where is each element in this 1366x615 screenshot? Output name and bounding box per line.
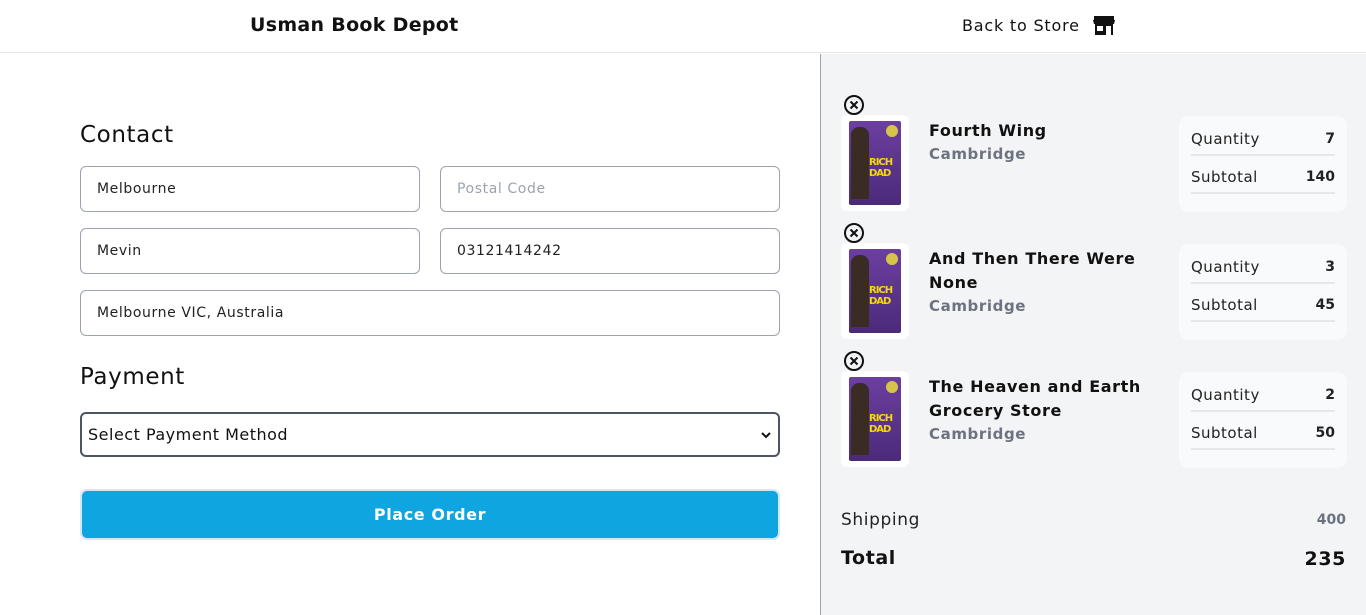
cart-item: RICH DAD Fourth Wing Cambridge Quantity 7… <box>841 94 1351 218</box>
item-title-block: The Heaven and Earth Grocery Store Cambr… <box>929 375 1159 445</box>
place-order-button[interactable]: Place Order <box>80 489 780 540</box>
book-thumbnail: RICH DAD <box>841 115 909 211</box>
shipping-label: Shipping <box>841 510 920 530</box>
order-summary-panel: RICH DAD Fourth Wing Cambridge Quantity 7… <box>820 54 1366 615</box>
contact-heading: Contact <box>80 122 174 148</box>
store-icon <box>1092 16 1115 35</box>
shipping-value: 400 <box>1316 512 1346 528</box>
book-cover-image: RICH DAD <box>849 249 901 333</box>
remove-item-icon[interactable] <box>843 94 865 116</box>
phone-input[interactable] <box>440 228 780 274</box>
cart-item: RICH DAD And Then There Were None Cambrid… <box>841 222 1351 346</box>
quantity-value: 7 <box>1325 131 1335 147</box>
book-cover-image: RICH DAD <box>849 121 901 205</box>
quantity-value: 2 <box>1325 387 1335 403</box>
item-publisher: Cambridge <box>929 145 1027 163</box>
item-title: And Then There Were None <box>929 249 1136 292</box>
quantity-label: Quantity <box>1191 130 1260 148</box>
total-value: 235 <box>1304 548 1346 570</box>
cart-item: RICH DAD The Heaven and Earth Grocery Sto… <box>841 350 1351 474</box>
payment-heading: Payment <box>80 364 185 390</box>
brand-title: Usman Book Depot <box>250 14 459 36</box>
subtotal-value: 140 <box>1305 169 1335 185</box>
address-input[interactable] <box>80 290 780 336</box>
name-input[interactable] <box>80 228 420 274</box>
payment-method-select[interactable]: Select Payment Method <box>80 412 780 457</box>
item-title-block: And Then There Were None Cambridge <box>929 247 1159 317</box>
subtotal-label: Subtotal <box>1191 168 1258 186</box>
quantity-row: Quantity 7 <box>1191 124 1335 156</box>
chevron-down-icon <box>761 431 771 438</box>
city-input[interactable] <box>80 166 420 212</box>
checkout-form: Contact Payment Select Payment Method Pl… <box>0 54 820 615</box>
book-thumbnail: RICH DAD <box>841 243 909 339</box>
subtotal-row: Subtotal 50 <box>1191 418 1335 450</box>
item-title-block: Fourth Wing Cambridge <box>929 119 1159 165</box>
item-stats: Quantity 3 Subtotal 45 <box>1179 244 1347 340</box>
item-publisher: Cambridge <box>929 425 1027 443</box>
quantity-label: Quantity <box>1191 386 1260 404</box>
item-publisher: Cambridge <box>929 297 1027 315</box>
remove-item-icon[interactable] <box>843 222 865 244</box>
postal-code-input[interactable] <box>440 166 780 212</box>
subtotal-label: Subtotal <box>1191 424 1258 442</box>
back-to-store-link[interactable]: Back to Store <box>962 13 1116 37</box>
subtotal-value: 45 <box>1315 297 1335 313</box>
back-to-store-label: Back to Store <box>962 15 1080 35</box>
item-title: Fourth Wing <box>929 121 1047 140</box>
quantity-label: Quantity <box>1191 258 1260 276</box>
subtotal-row: Subtotal 45 <box>1191 290 1335 322</box>
quantity-row: Quantity 2 <box>1191 380 1335 412</box>
subtotal-label: Subtotal <box>1191 296 1258 314</box>
quantity-value: 3 <box>1325 259 1335 275</box>
item-stats: Quantity 2 Subtotal 50 <box>1179 372 1347 468</box>
remove-item-icon[interactable] <box>843 350 865 372</box>
subtotal-row: Subtotal 140 <box>1191 162 1335 194</box>
quantity-row: Quantity 3 <box>1191 252 1335 284</box>
item-title: The Heaven and Earth Grocery Store <box>929 377 1141 420</box>
book-thumbnail: RICH DAD <box>841 371 909 467</box>
payment-method-value: Select Payment Method <box>88 425 289 444</box>
top-header: Usman Book Depot Back to Store <box>0 0 1366 53</box>
total-label: Total <box>841 547 896 569</box>
subtotal-value: 50 <box>1315 425 1335 441</box>
book-cover-image: RICH DAD <box>849 377 901 461</box>
item-stats: Quantity 7 Subtotal 140 <box>1179 116 1347 212</box>
